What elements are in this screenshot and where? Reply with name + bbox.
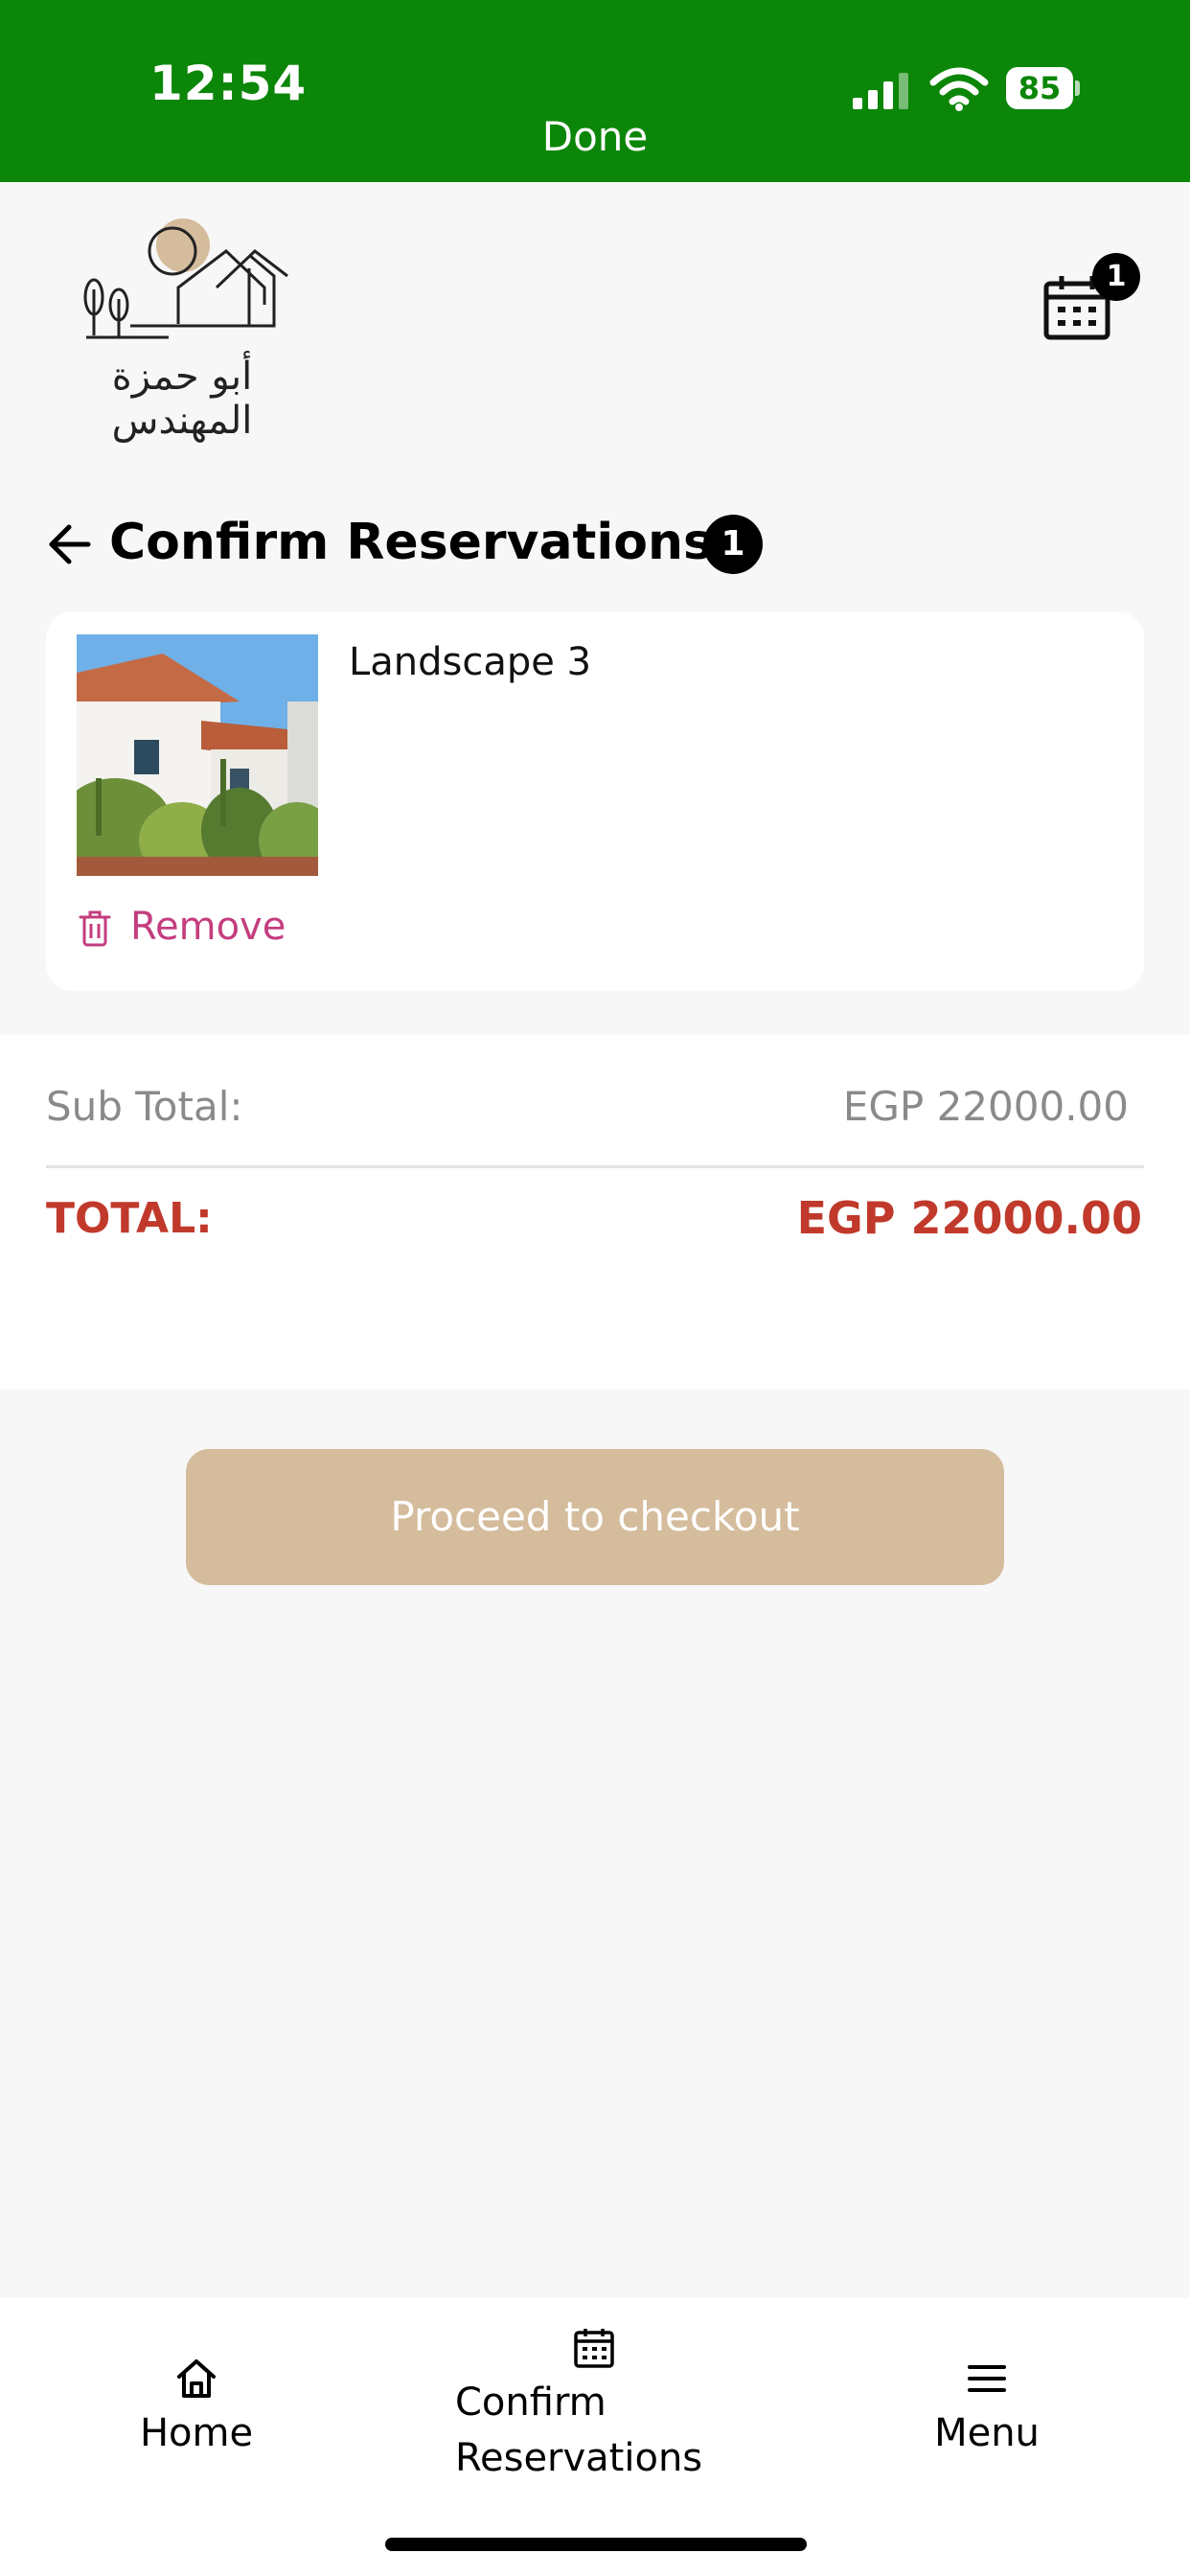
subtotal-value: EGP 22000.00 — [842, 1083, 1129, 1130]
trash-icon — [79, 910, 111, 947]
nav-label-line-2: Reservations — [455, 2436, 703, 2480]
nav-label-confirm-reservations: Confirm Reservations — [455, 2375, 733, 2486]
cart-count-badge: 1 — [1092, 253, 1140, 301]
battery-icon: 85 — [1006, 67, 1081, 109]
bottom-nav: Home Confirm Reservations Menu — [0, 2298, 1190, 2576]
remove-button[interactable]: Remove — [79, 899, 328, 956]
status-bar: 12:54 Done 85 — [0, 0, 1190, 182]
status-time: 12:54 — [149, 56, 308, 111]
menu-icon — [968, 2365, 1006, 2392]
nav-item-home[interactable]: Home — [96, 2358, 297, 2461]
remove-label: Remove — [130, 905, 286, 949]
battery-level: 85 — [1006, 67, 1073, 109]
proceed-to-checkout-button[interactable]: Proceed to checkout — [186, 1449, 1004, 1585]
signal-icon — [853, 73, 908, 109]
done-button[interactable]: Done — [0, 113, 1190, 160]
reservation-item-name[interactable]: Landscape 3 — [349, 640, 591, 684]
brand-logo[interactable]: أبو حمزة المهندس — [38, 213, 326, 443]
total-label: TOTAL: — [46, 1194, 213, 1243]
totals-divider — [46, 1165, 1144, 1168]
home-indicator[interactable] — [385, 2538, 807, 2551]
house-garden-photo — [77, 634, 318, 876]
nav-item-confirm-reservations[interactable]: Confirm Reservations — [422, 2327, 767, 2486]
nav-label-line-1: Confirm — [455, 2380, 606, 2425]
page-title: Confirm Reservations: — [109, 514, 733, 571]
nav-item-menu[interactable]: Menu — [891, 2358, 1083, 2461]
nav-label-home: Home — [139, 2411, 254, 2455]
calendar-icon — [574, 2329, 614, 2368]
arrow-left-icon[interactable] — [46, 523, 92, 565]
reservation-card: Landscape 3 Remove — [46, 611, 1144, 991]
nav-label-menu: Menu — [934, 2411, 1040, 2455]
total-value: EGP 22000.00 — [796, 1192, 1142, 1244]
totals-panel: Sub Total: EGP 22000.00 TOTAL: EGP 22000… — [0, 1035, 1190, 1390]
house-sun-logo-icon — [83, 218, 288, 339]
wifi-icon — [929, 67, 989, 111]
logo-text: أبو حمزة المهندس — [111, 355, 253, 443]
reservation-count-badge: 1 — [703, 515, 763, 574]
reservations-cart-button[interactable]: 1 — [1035, 249, 1150, 355]
subtotal-label: Sub Total: — [46, 1083, 243, 1130]
home-icon — [177, 2359, 216, 2398]
